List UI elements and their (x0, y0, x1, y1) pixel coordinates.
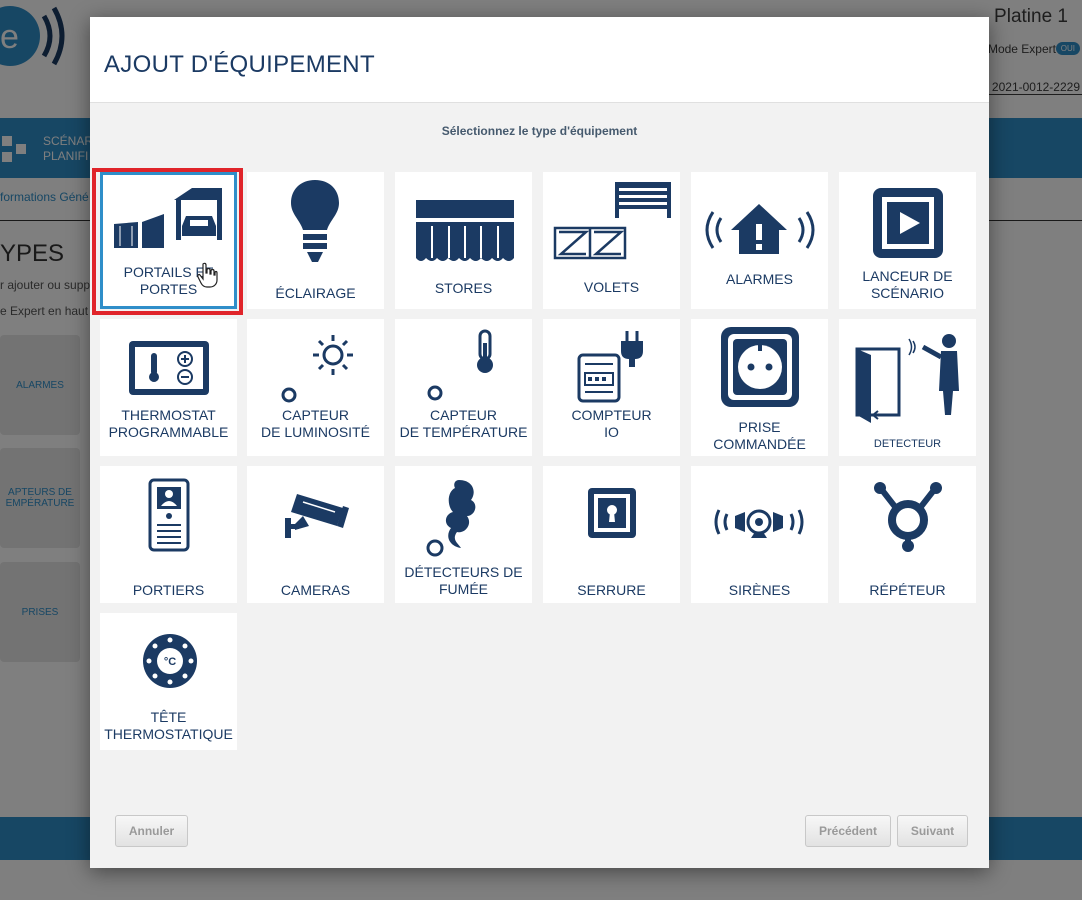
tile-smoke-detectors[interactable]: DÉTECTEURS DE FUMÉE (395, 466, 532, 603)
sun-sensor-icon (281, 335, 353, 403)
thermostat-icon (129, 341, 209, 395)
tile-label: TÊTE THERMOSTATIQUE (104, 709, 233, 742)
tile-label: THERMOSTAT PROGRAMMABLE (108, 407, 229, 440)
tile-shutters[interactable]: VOLETS (543, 172, 680, 309)
meter-plug-icon (577, 331, 643, 403)
tile-controlled-socket[interactable]: PRISE COMMANDÉE (691, 319, 828, 456)
tile-label: RÉPÉTEUR (869, 582, 946, 598)
tile-temperature-sensor[interactable]: CAPTEUR DE TEMPÉRATURE (395, 319, 532, 456)
tile-light-sensor[interactable]: CAPTEUR DE LUMINOSITÉ (247, 319, 384, 456)
shutter-icon (553, 182, 671, 260)
tile-label: STORES (434, 280, 493, 296)
thermostatic-head-icon: °C (143, 634, 197, 688)
tile-label: SERRURE (577, 582, 646, 598)
tile-io-meter[interactable]: COMPTEUR IO (543, 319, 680, 456)
dialog-title: AJOUT D'ÉQUIPEMENT (104, 51, 375, 78)
dialog-header: AJOUT D'ÉQUIPEMENT (90, 17, 989, 103)
hand-cursor-icon (197, 262, 218, 288)
tile-scenario-launcher[interactable]: LANCEUR DE SCÉNARIO (839, 172, 976, 309)
tile-lighting[interactable]: ÉCLAIRAGE (247, 172, 384, 309)
thermometer-sensor-icon (427, 329, 493, 401)
svg-text:°C: °C (164, 656, 176, 668)
tile-label: VOLETS (583, 279, 640, 295)
tile-gates-doors[interactable]: PORTAILS ET PORTES (100, 172, 237, 309)
tile-label: LANCEUR DE SCÉNARIO (862, 268, 953, 301)
tile-label: COMPTEUR IO (571, 407, 652, 440)
previous-button[interactable]: Précédent (805, 815, 891, 847)
socket-icon (721, 327, 799, 407)
tile-sirens[interactable]: SIRÈNES (691, 466, 828, 603)
cancel-button[interactable]: Annuler (115, 815, 188, 847)
camera-icon (285, 494, 349, 538)
repeater-icon (874, 482, 942, 552)
tile-label: DÉTECTEURS DE FUMÉE (404, 564, 523, 597)
tile-thermostat[interactable]: THERMOSTAT PROGRAMMABLE (100, 319, 237, 456)
intercom-icon (148, 478, 190, 552)
siren-icon (714, 509, 804, 538)
tile-door-stations[interactable]: PORTIERS (100, 466, 237, 603)
tile-label: ALARMES (726, 271, 793, 287)
tile-repeater[interactable]: RÉPÉTEUR (839, 466, 976, 603)
tile-label: ÉCLAIRAGE (275, 285, 356, 301)
tile-alarms[interactable]: ALARMES (691, 172, 828, 309)
door-detector-icon (855, 334, 959, 423)
lock-icon (588, 488, 636, 538)
tile-label: SIRÈNES (728, 582, 791, 598)
tile-cameras[interactable]: CAMERAS (247, 466, 384, 603)
instruction-text: Sélectionnez le type d'équipement (441, 124, 638, 138)
tile-label: CAMERAS (280, 582, 351, 598)
tile-label: CAPTEUR DE LUMINOSITÉ (261, 407, 370, 440)
add-equipment-dialog: AJOUT D'ÉQUIPEMENT Sélectionnez le type … (90, 17, 989, 868)
smoke-icon (426, 480, 476, 557)
awning-icon (416, 200, 514, 261)
light-bulb-icon (291, 180, 339, 262)
tile-lock[interactable]: SERRURE (543, 466, 680, 603)
tile-label: PRISE COMMANDÉE (713, 419, 806, 452)
next-button[interactable]: Suivant (897, 815, 968, 847)
tile-detector[interactable]: DETECTEUR (839, 319, 976, 456)
alarm-house-icon (705, 204, 815, 254)
tile-label: PORTIERS (132, 582, 205, 598)
tile-label: CAPTEUR DE TEMPÉRATURE (399, 407, 528, 440)
tile-thermostatic-head[interactable]: °C TÊTE THERMOSTATIQUE (100, 613, 237, 750)
tile-label: DETECTEUR (873, 438, 942, 450)
tile-blinds[interactable]: STORES (395, 172, 532, 309)
gate-garage-icon (114, 188, 222, 248)
play-icon (873, 188, 943, 258)
